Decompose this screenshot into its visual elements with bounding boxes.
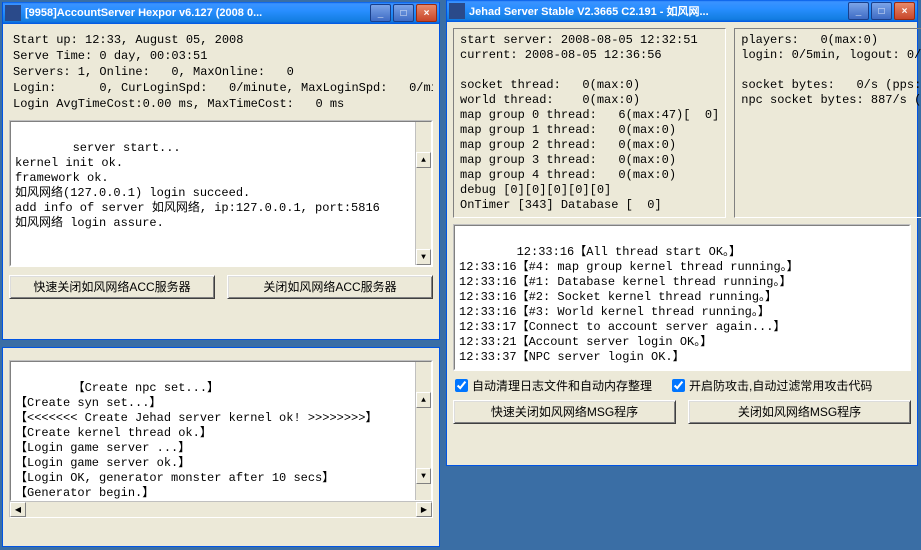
checkbox-input[interactable] [455,379,468,392]
window-title: [9958]AccountServer Hexpor v6.127 (2008 … [25,7,370,19]
minimize-button[interactable]: _ [370,4,391,22]
titlebar[interactable]: Jehad Server Stable V2.3665 C2.191 - 如风网… [447,0,917,22]
minimize-button[interactable]: _ [848,2,869,20]
checkbox-label: 开启防攻击,自动过滤常用攻击代码 [689,377,872,394]
server-stats-right: players: 0(max:0) login: 0/5min, logout:… [734,28,921,218]
app-icon [449,3,465,19]
defense-checkbox[interactable]: 开启防攻击,自动过滤常用攻击代码 [672,377,872,394]
jehad-server-window: Jehad Server Stable V2.3665 C2.191 - 如风网… [446,0,918,466]
log-textarea[interactable]: 12:33:16【All thread start OK。】 12:33:16【… [454,225,910,370]
scroll-left-icon[interactable]: ◀ [10,502,26,517]
server-info: Start up: 12:33, August 05, 2008 Serve T… [9,30,433,114]
close-button[interactable]: × [894,2,915,20]
scroll-up-icon[interactable]: ▲ [416,152,431,168]
scroll-right-icon[interactable]: ▶ [416,502,432,517]
scroll-up-icon[interactable]: ▲ [416,392,431,408]
log-textarea[interactable]: 【Create npc set...】 【Create syn set...】 … [10,361,432,501]
game-server-log-window: 【Create npc set...】 【Create syn set...】 … [2,347,440,547]
log-content: 12:33:16【All thread start OK。】 12:33:16【… [459,245,799,364]
account-server-window: [9958]AccountServer Hexpor v6.127 (2008 … [2,2,440,340]
quick-close-acc-button[interactable]: 快速关闭如风网络ACC服务器 [9,275,215,299]
log-content: server start... kernel init ok. framewor… [15,141,380,230]
log-textarea[interactable]: server start... kernel init ok. framewor… [10,121,432,266]
scrollbar-vertical[interactable]: ▲ ▼ [415,362,431,500]
scrollbar-vertical[interactable]: ▲ ▼ [415,122,431,265]
maximize-button[interactable]: □ [871,2,892,20]
app-icon [5,5,21,21]
titlebar[interactable]: [9958]AccountServer Hexpor v6.127 (2008 … [3,2,439,24]
auto-clean-checkbox[interactable]: 自动清理日志文件和自动内存整理 [455,377,652,394]
maximize-button[interactable]: □ [393,4,414,22]
scrollbar-horizontal[interactable]: ◀ ▶ [10,501,432,517]
checkbox-input[interactable] [672,379,685,392]
window-title: Jehad Server Stable V2.3665 C2.191 - 如风网… [469,3,848,19]
scroll-down-icon[interactable]: ▼ [416,249,431,265]
close-button[interactable]: × [416,4,437,22]
server-stats-left: start server: 2008-08-05 12:32:51 curren… [453,28,726,218]
scroll-down-icon[interactable]: ▼ [416,468,431,484]
log-content: 【Create npc set...】 【Create syn set...】 … [15,381,377,500]
quick-close-msg-button[interactable]: 快速关闭如风网络MSG程序 [453,400,676,424]
checkbox-label: 自动清理日志文件和自动内存整理 [472,377,652,394]
close-acc-button[interactable]: 关闭如风网络ACC服务器 [227,275,433,299]
close-msg-button[interactable]: 关闭如风网络MSG程序 [688,400,911,424]
